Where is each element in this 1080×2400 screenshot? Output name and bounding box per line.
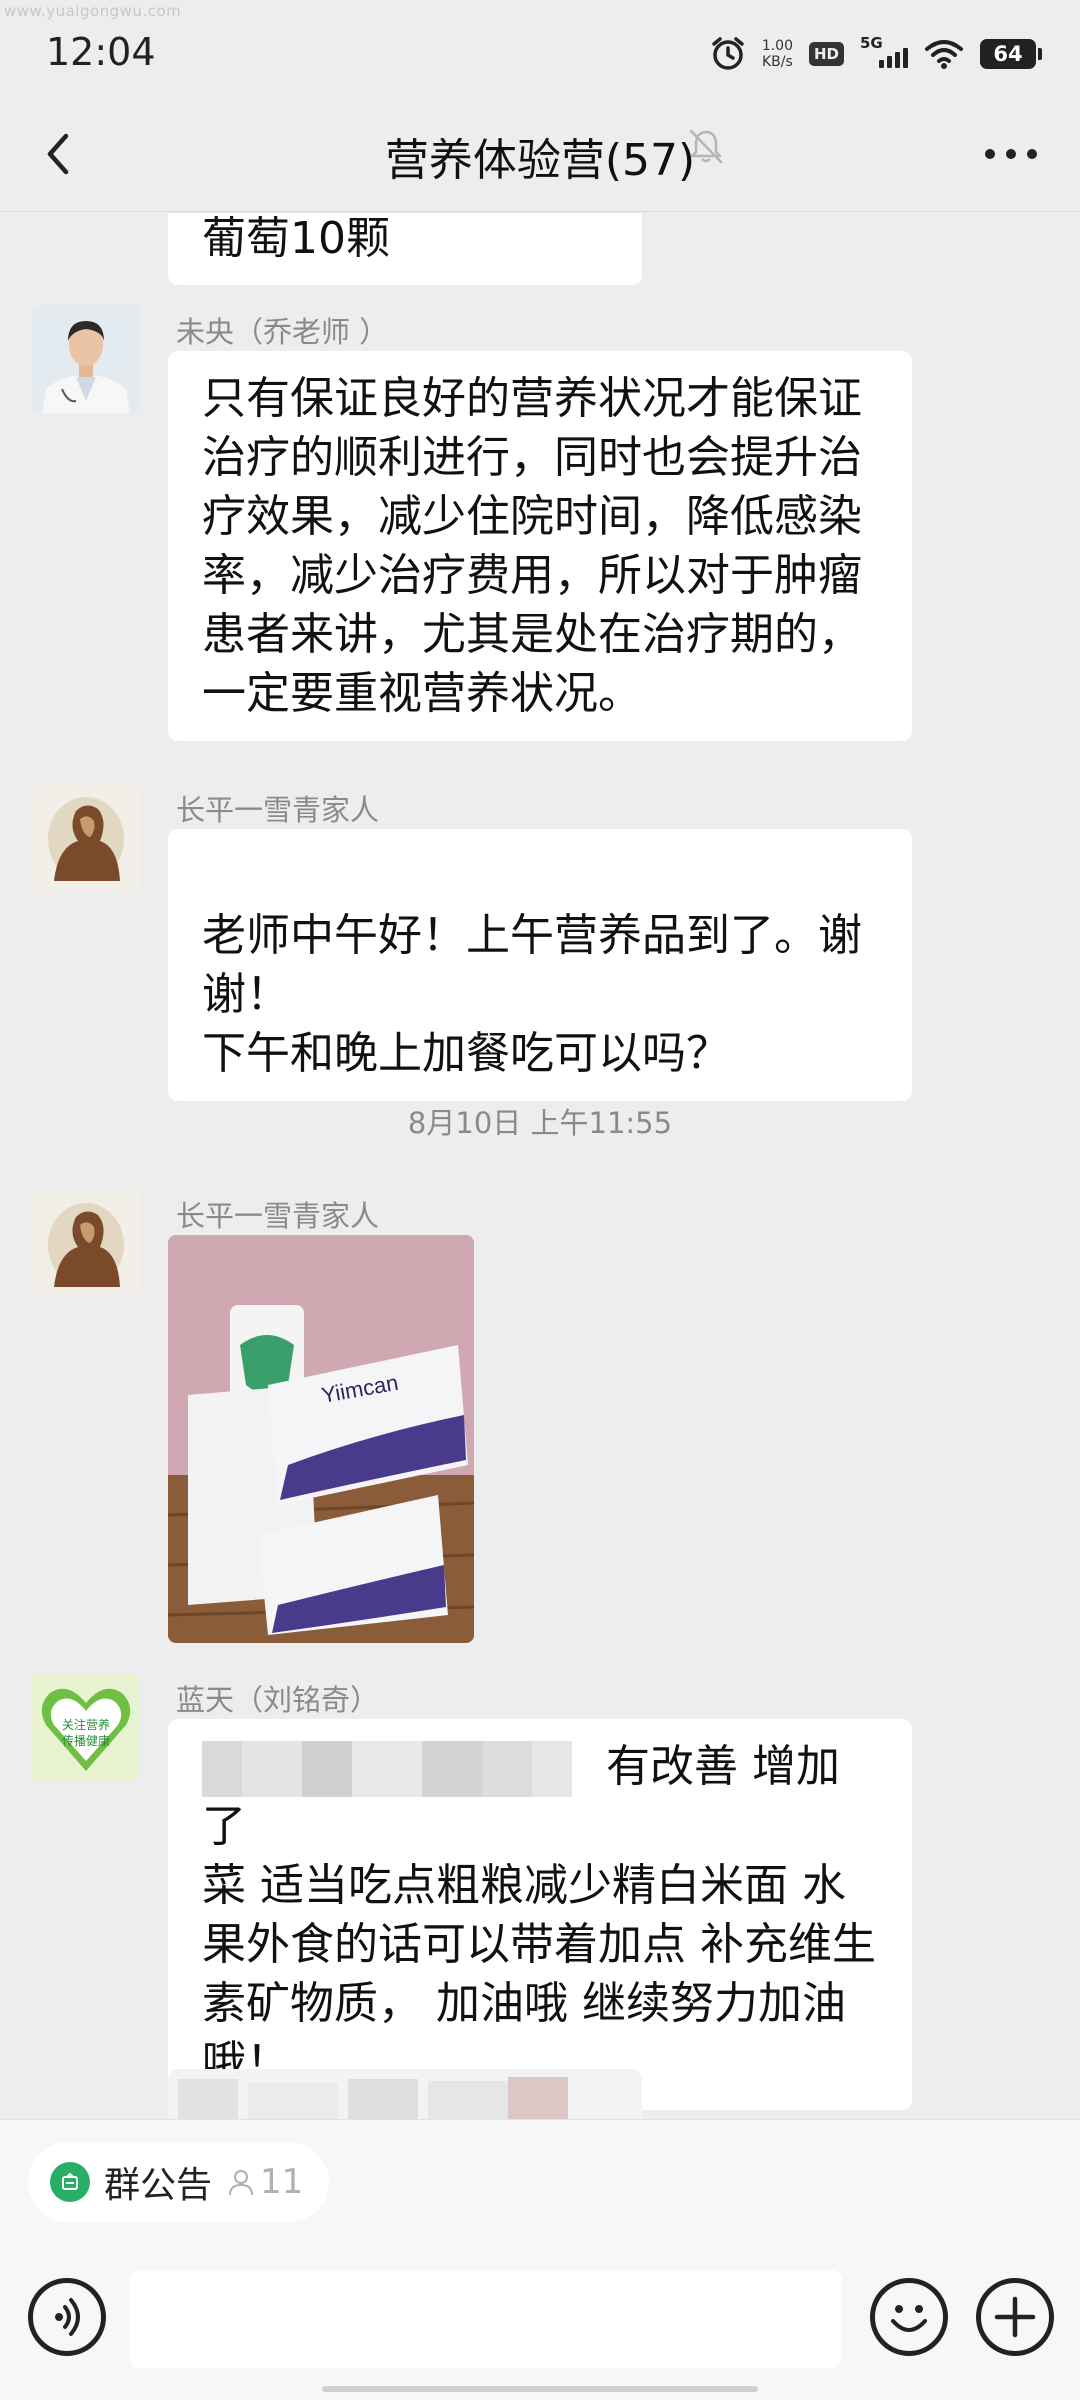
avatar-text: 关注营养 [62, 1717, 110, 1732]
avatar-text: 传播健康 [62, 1733, 110, 1748]
chat-message-list[interactable]: 葡萄10颗 未央（乔老师 ） 只有保证良好的营养状况才能保证治疗的顺利进行，同时… [0, 213, 1080, 2119]
member-count: 11 [226, 2162, 303, 2202]
timestamp-divider: 8月10日 上午11:55 [407, 1106, 673, 1140]
voice-icon [55, 2298, 80, 2336]
emoji-icon [891, 2305, 927, 2332]
sender-name: 长平一雪青家人 [176, 793, 380, 827]
announcement-icon [50, 2162, 90, 2202]
page-title: 营养体验营(57) [384, 135, 696, 186]
alarm-icon [712, 37, 744, 70]
plus-icon [994, 2296, 1036, 2338]
mute-bell-icon [689, 129, 723, 164]
input-bar [0, 2262, 1080, 2372]
message-bubble-partial[interactable] [168, 2069, 642, 2119]
wifi-icon [925, 40, 963, 69]
avatar-user[interactable] [32, 1189, 140, 1297]
sender-name: 未央（乔老师 ） [176, 315, 389, 349]
net-speed: 1.00 KB/s [762, 38, 793, 70]
message-text: 只有保证良好的营养状况才能保证治疗的顺利进行，同时也会提升治疗效果，减少住院时间… [202, 373, 862, 719]
more-actions-button[interactable] [976, 2278, 1054, 2356]
chat-footer: 群公告 11 [0, 2119, 1080, 2400]
status-time: 12:04 [46, 30, 156, 74]
sender-name: 蓝天（刘铭奇） [176, 1683, 380, 1717]
message-bubble[interactable]: 有改善 增加了 菜 适当吃点粗粮减少精白米面 水果外食的话可以带着加点 补充维生… [168, 1719, 912, 2110]
message-input[interactable] [130, 2270, 842, 2368]
message-text: 老师中午好！上午营养品到了。谢谢！ 下午和晚上加餐吃可以吗？ [202, 910, 862, 1079]
person-icon [229, 2170, 254, 2196]
member-count-value: 11 [260, 2162, 304, 2202]
hd-badge: HD [808, 42, 844, 66]
group-announcement-button[interactable]: 群公告 11 [28, 2142, 330, 2222]
status-bar: www.yuaigongwu.com 12:04 1.00 KB/s HD 5G… [0, 0, 1080, 100]
message-text: 菜 适当吃点粗粮减少精白米面 水果外食的话可以带着加点 补充维生素矿物质， 加油… [202, 1860, 876, 2088]
more-options-icon[interactable] [976, 134, 1046, 174]
message-image[interactable]: Yiimcan [168, 1235, 474, 1643]
watermark: www.yuaigongwu.com [4, 2, 182, 20]
avatar-user[interactable] [32, 783, 140, 891]
announcement-label: 群公告 [104, 2165, 213, 2206]
avatar-user[interactable]: 关注营养 传播健康 [32, 1673, 140, 1781]
emoji-button[interactable] [870, 2278, 948, 2356]
avatar-doctor[interactable] [32, 305, 140, 413]
message-bubble[interactable]: 老师中午好！上午营养品到了。谢谢！ 下午和晚上加餐吃可以吗？ [168, 829, 912, 1101]
sender-name: 长平一雪青家人 [176, 1199, 380, 1233]
signal-5g-icon: 5G [860, 34, 908, 74]
blurred-text [202, 1741, 582, 1797]
chat-header: 营养体验营(57) [0, 100, 1080, 212]
message-bubble-partial[interactable]: 葡萄10颗 [168, 213, 642, 285]
net-speed-value: 1.00 [761, 38, 793, 54]
message-bubble[interactable]: 只有保证良好的营养状况才能保证治疗的顺利进行，同时也会提升治疗效果，减少住院时间… [168, 351, 912, 741]
voice-input-button[interactable] [28, 2278, 106, 2356]
message-text: 葡萄10颗 [202, 213, 390, 264]
net-speed-unit: KB/s [762, 54, 793, 70]
status-icons: 1.00 KB/s HD 5G 64 [710, 32, 1042, 76]
battery-icon: 64 [980, 39, 1042, 69]
home-indicator [322, 2386, 758, 2392]
